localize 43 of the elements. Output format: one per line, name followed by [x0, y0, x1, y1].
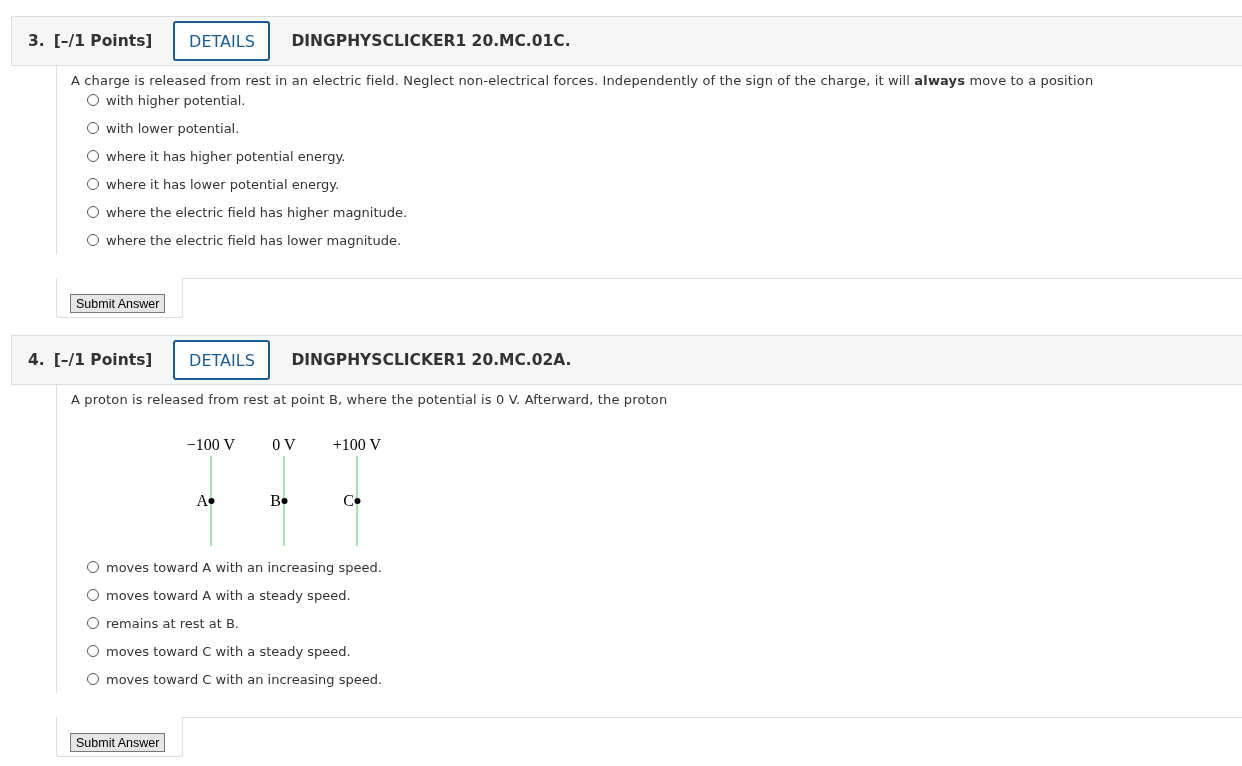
radio-button[interactable] — [87, 206, 99, 218]
answer-option[interactable]: remains at rest at B. — [106, 615, 239, 631]
radio-button[interactable] — [87, 645, 99, 657]
radio-button[interactable] — [87, 234, 99, 246]
answer-option[interactable]: where the electric field has higher magnitude. — [106, 204, 408, 220]
radio-button[interactable] — [87, 561, 99, 573]
question-number: 4. — [28, 351, 45, 369]
answer-option[interactable]: where the electric field has lower magnitude. — [106, 232, 402, 248]
radio-button[interactable] — [87, 94, 99, 106]
answer-option[interactable]: with higher potential. — [106, 92, 246, 108]
answer-option[interactable]: moves toward A with an increasing speed. — [106, 559, 382, 575]
point-label: C — [343, 492, 354, 509]
potential-label: +100 V — [332, 436, 382, 453]
details-button[interactable]: DETAILS — [173, 21, 271, 61]
answer-option[interactable]: with lower potential. — [106, 120, 240, 136]
submit-answer-button[interactable]: Submit Answer — [70, 294, 166, 313]
points-label: [–/1 Points] — [53, 351, 153, 369]
point-dot — [281, 498, 288, 504]
question-code: DINGPHYSCLICKER1 20.MC.01C. — [291, 32, 571, 50]
answer-option[interactable]: where it has higher potential energy. — [106, 148, 346, 164]
radio-button[interactable] — [87, 178, 99, 190]
question-number: 3. — [28, 32, 45, 50]
question-text: A proton is released from rest at point B, where the potential is 0 V. Afterward, the proton — [71, 392, 669, 408]
answer-option[interactable]: moves toward A with a steady speed. — [106, 587, 351, 603]
points-label: [–/1 Points] — [53, 32, 153, 50]
answer-option[interactable]: moves toward C with a steady speed. — [106, 643, 351, 659]
point-label: A — [196, 492, 208, 509]
radio-button[interactable] — [87, 589, 99, 601]
answer-option[interactable]: moves toward C with an increasing speed. — [106, 671, 383, 687]
point-dot — [208, 498, 215, 504]
point-dot — [354, 498, 361, 504]
radio-button[interactable] — [87, 122, 99, 134]
question-code: DINGPHYSCLICKER1 20.MC.02A. — [291, 351, 572, 369]
point-label: B — [270, 492, 281, 509]
answer-option[interactable]: where it has lower potential energy. — [106, 176, 340, 192]
potential-label: 0 V — [272, 436, 296, 453]
radio-button[interactable] — [87, 617, 99, 629]
potential-label: −100 V — [186, 436, 236, 453]
radio-button[interactable] — [87, 150, 99, 162]
submit-answer-button[interactable]: Submit Answer — [70, 733, 166, 752]
radio-button[interactable] — [87, 673, 99, 685]
question-text: A charge is released from rest in an electric field. Neglect non-electrical forces. Independently of the sign of the charge, it will always move to a position — [71, 73, 1095, 89]
details-button[interactable]: DETAILS — [173, 340, 271, 380]
